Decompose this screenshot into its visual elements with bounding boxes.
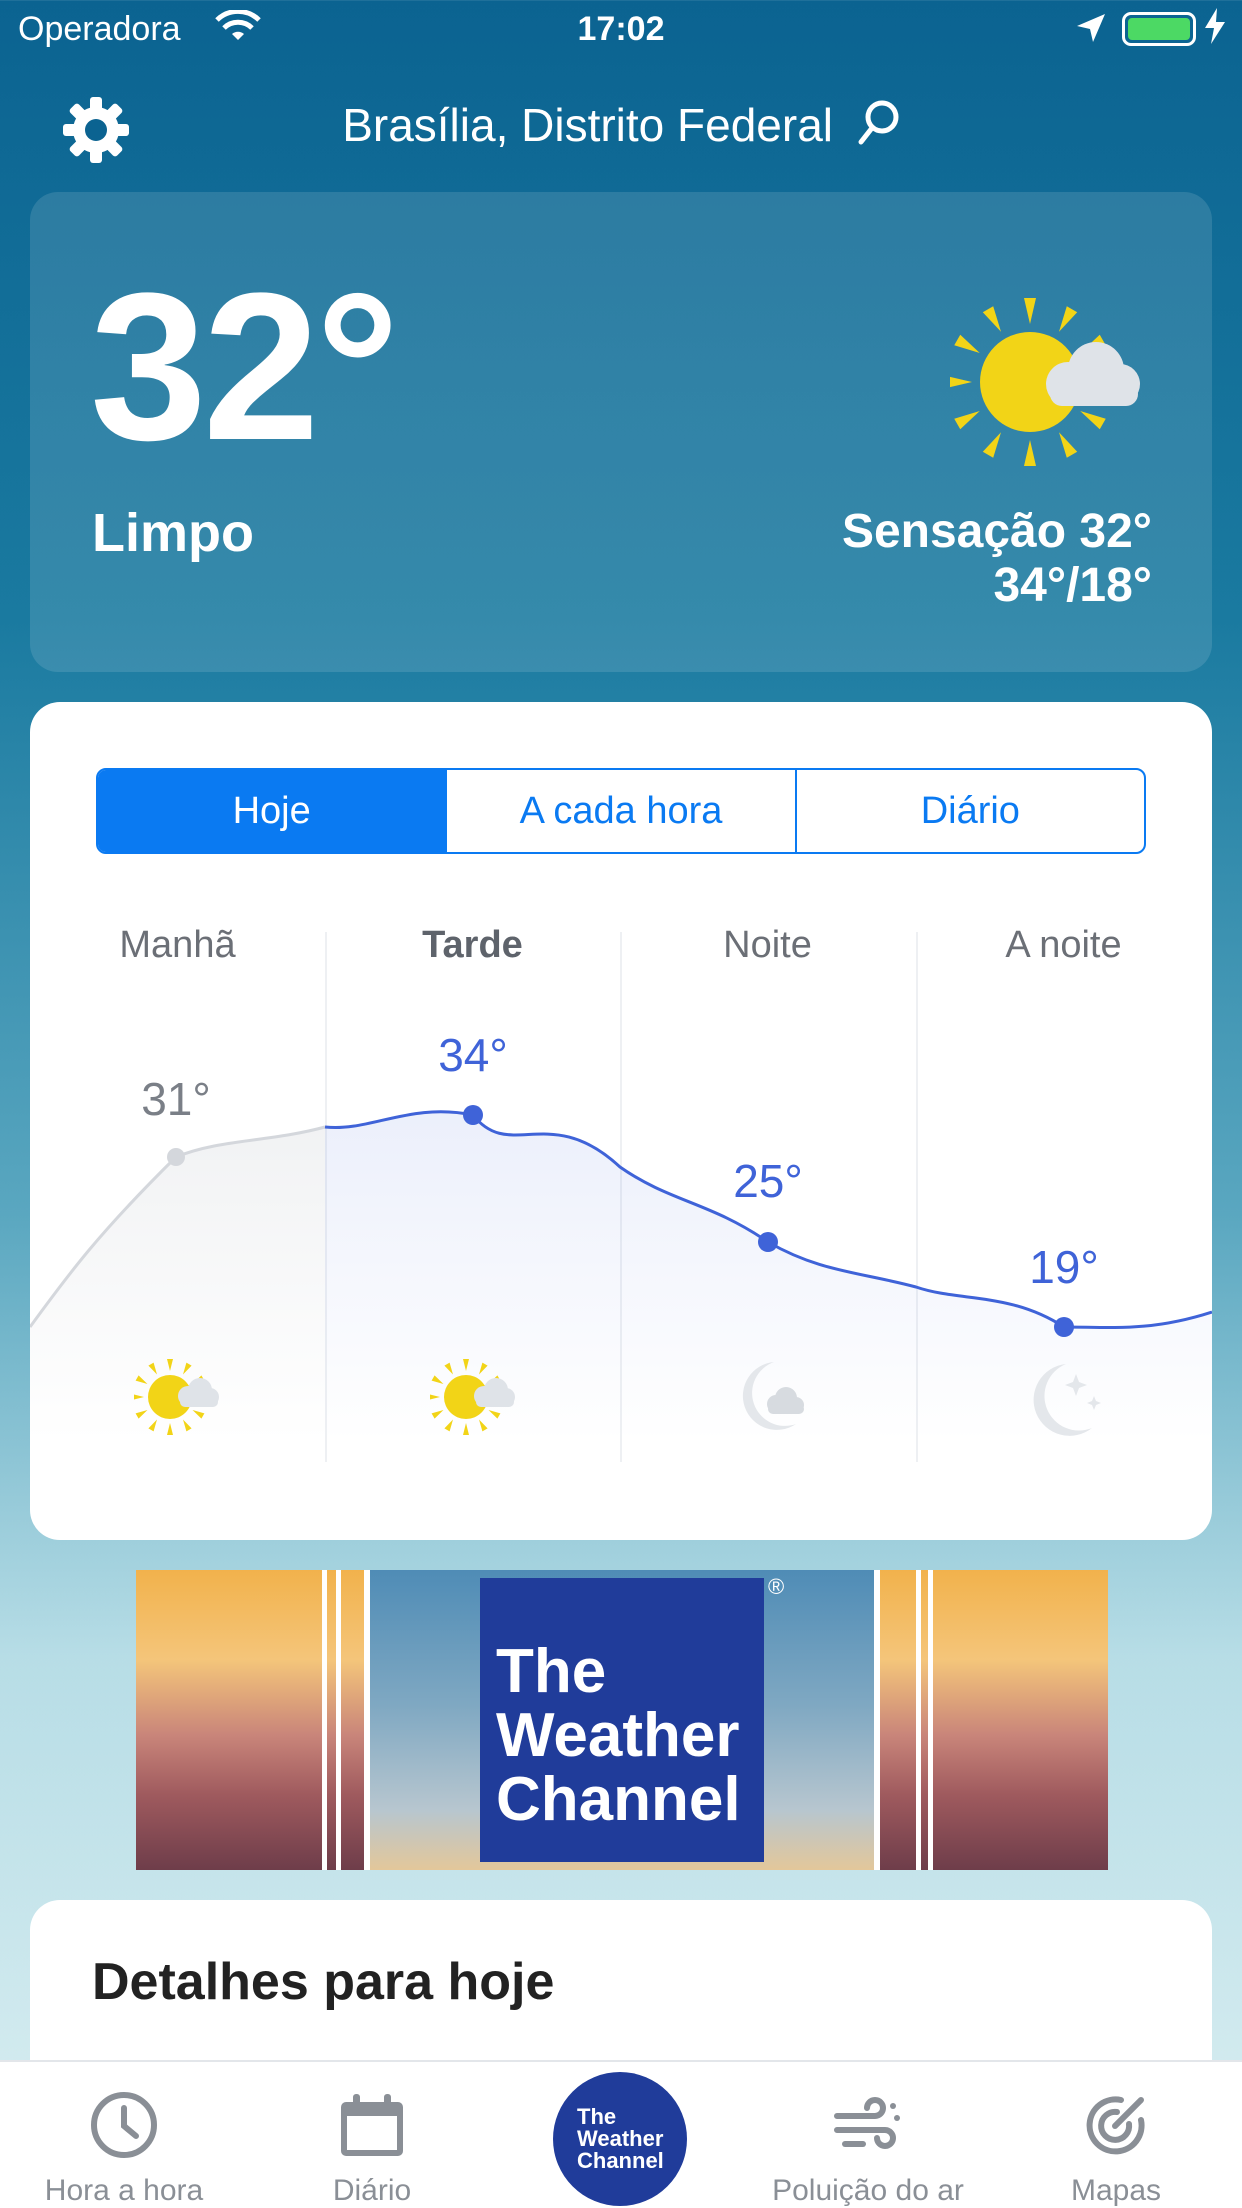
sun-cloud-icon	[946, 292, 1150, 472]
temp-label-overnight: 19°	[1029, 1241, 1099, 1293]
nav-daily[interactable]: Diário	[248, 2062, 496, 2208]
ad-left-image	[136, 1570, 366, 1870]
status-bar: Operadora 17:02	[0, 0, 1242, 60]
location-name: Brasília, Distrito Federal	[342, 99, 834, 151]
ad-stripe	[916, 1570, 921, 1870]
nav-maps-label: Mapas	[1070, 2174, 1162, 2207]
sun-cloud-icon	[134, 1359, 219, 1435]
nav-maps[interactable]: Mapas	[992, 2062, 1240, 2208]
moon-cloud-icon	[742, 1362, 804, 1430]
nav-logo-line3: Channel	[577, 2148, 664, 2173]
ad-stripe	[322, 1570, 327, 1870]
clock-icon	[91, 2092, 157, 2158]
current-condition: Limpo	[92, 503, 254, 563]
ad-brand-line2: Weather	[496, 1701, 740, 1770]
search-icon	[856, 99, 900, 158]
location-arrow-icon	[1075, 12, 1107, 53]
temp-point-overnight	[1054, 1317, 1074, 1337]
temp-label-afternoon: 34°	[438, 1029, 508, 1081]
nav-air-quality-label: Poluição do ar	[772, 2174, 964, 2207]
ad-stripe	[336, 1570, 341, 1870]
weather-channel-logo-button[interactable]: The Weather Channel	[553, 2072, 687, 2206]
current-conditions-card[interactable]: 32° Limpo Sensação 32° 34°/18°	[30, 192, 1212, 672]
weather-channel-logo: The Weather Channel	[480, 1578, 764, 1862]
details-title: Detalhes para hoje	[92, 1953, 555, 2011]
temp-point-evening	[758, 1232, 778, 1252]
temp-label-evening: 25°	[733, 1155, 803, 1207]
forecast-card: Hoje A cada hora Diário Manhã Tarde Noit…	[30, 702, 1212, 1540]
location-search-button[interactable]: Brasília, Distrito Federal	[0, 98, 1242, 158]
ad-banner[interactable]: The Weather Channel ®	[136, 1570, 1108, 1870]
temp-point-afternoon	[463, 1105, 483, 1125]
high-low-temp: 34°/18°	[993, 559, 1152, 612]
current-temperature: 32°	[90, 249, 400, 484]
registered-mark: ®	[768, 1574, 785, 1599]
charging-icon	[1205, 8, 1225, 53]
ad-stripe	[928, 1570, 933, 1870]
app-header: Brasília, Distrito Federal	[0, 80, 1242, 170]
wind-icon	[834, 2097, 900, 2149]
temp-label-morning: 31°	[141, 1073, 211, 1125]
nav-logo-line1: The	[577, 2104, 617, 2129]
feels-like: Sensação 32°	[841, 505, 1152, 558]
nav-hourly[interactable]: Hora a hora	[0, 2062, 248, 2208]
ad-brand-line3: Channel	[496, 1765, 741, 1834]
battery-icon	[1122, 12, 1196, 46]
ad-brand-line1: The	[496, 1637, 607, 1706]
ad-right-image	[878, 1570, 1108, 1870]
sun-cloud-icon	[430, 1359, 515, 1435]
nav-air-quality[interactable]: Poluição do ar	[744, 2062, 992, 2208]
calendar-icon	[341, 2094, 403, 2156]
radar-icon	[1086, 2096, 1145, 2155]
nav-daily-label: Diário	[332, 2174, 412, 2207]
bottom-nav: Hora a hora Diário The Weather Channel P…	[0, 2060, 1242, 2208]
nav-hourly-label: Hora a hora	[44, 2174, 204, 2207]
temp-point-morning	[167, 1148, 185, 1166]
clock-time: 17:02	[577, 10, 665, 48]
moon-stars-icon	[1033, 1364, 1101, 1436]
nav-logo-line2: Weather	[577, 2126, 664, 2151]
